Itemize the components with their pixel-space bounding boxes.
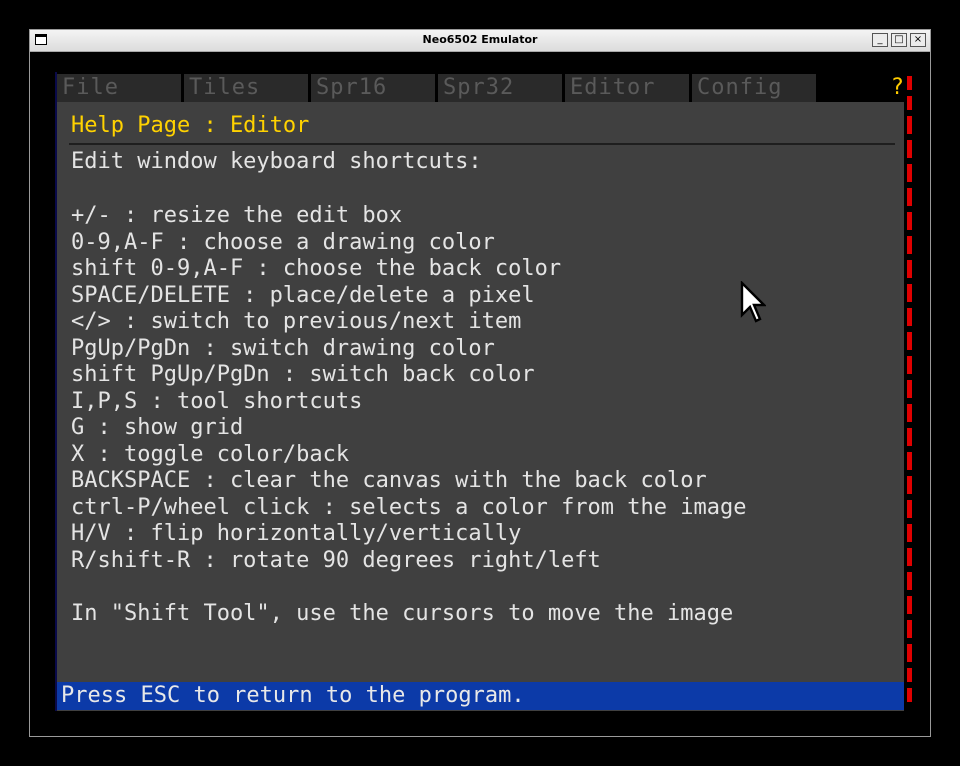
window-title: Neo6502 Emulator (422, 33, 538, 46)
menu-spr16[interactable]: Spr16 (311, 74, 435, 102)
marker-dash (907, 332, 912, 350)
marker-dash (907, 236, 912, 254)
menu-bar: File Tiles Spr16 Spr32 Editor Config ? (57, 72, 906, 102)
menu-spr32[interactable]: Spr32 (438, 74, 562, 102)
help-line: I,P,S : tool shortcuts (71, 389, 363, 414)
marker-dash (907, 260, 912, 278)
help-line: shift PgUp/PgDn : switch back color (71, 362, 535, 387)
help-line-intro: Edit window keyboard shortcuts: (71, 149, 482, 174)
page-title: Help Page : Editor (71, 113, 310, 138)
maximize-button[interactable]: □ (891, 33, 907, 47)
marker-dash (907, 620, 912, 638)
menu-file[interactable]: File (57, 74, 181, 102)
help-line: +/- : resize the edit box (71, 203, 403, 228)
emulator-screen: File Tiles Spr16 Spr32 Editor Config ? H… (55, 72, 906, 711)
help-line: </> : switch to previous/next item (71, 309, 522, 334)
marker-dash (907, 96, 912, 110)
menu-editor[interactable]: Editor (565, 74, 689, 102)
menu-help[interactable]: ? (891, 74, 904, 102)
marker-dash (907, 524, 912, 542)
marker-dash (907, 572, 912, 590)
close-button[interactable]: × (910, 33, 926, 47)
marker-dash (907, 140, 912, 158)
marker-dash (907, 596, 912, 614)
mouse-pointer-icon (740, 281, 766, 323)
help-line: H/V : flip horizontally/vertically (71, 521, 522, 546)
marker-dash (907, 380, 912, 398)
minimize-button[interactable]: _ (872, 33, 888, 47)
help-line-shift-tool: In "Shift Tool", use the cursors to move… (71, 601, 734, 626)
help-line: ctrl-P/wheel click : selects a color fro… (71, 495, 747, 520)
help-line: SPACE/DELETE : place/delete a pixel (71, 283, 535, 308)
marker-dash (907, 356, 912, 374)
marker-dash (907, 76, 912, 90)
help-line: 0-9,A-F : choose a drawing color (71, 230, 495, 255)
window-controls: _ □ × (872, 33, 926, 47)
help-line: R/shift-R : rotate 90 degrees right/left (71, 548, 601, 573)
marker-dash (907, 668, 912, 682)
marker-dash (907, 404, 912, 422)
right-marker-strip (904, 72, 914, 711)
marker-dash (907, 428, 912, 446)
title-bar[interactable]: Neo6502 Emulator _ □ × (30, 30, 930, 52)
menu-config[interactable]: Config (692, 74, 816, 102)
help-line: G : show grid (71, 415, 244, 440)
help-line: BACKSPACE : clear the canvas with the ba… (71, 468, 707, 493)
marker-dash (907, 500, 912, 518)
marker-dash (907, 548, 912, 566)
help-line: X : toggle color/back (71, 442, 350, 467)
marker-dash (907, 644, 912, 662)
menu-tiles[interactable]: Tiles (184, 74, 308, 102)
marker-dash (907, 116, 912, 134)
title-divider (69, 143, 895, 145)
marker-dash (907, 284, 912, 302)
marker-dash (907, 688, 912, 702)
marker-dash (907, 164, 912, 182)
status-bar: Press ESC to return to the program. (57, 682, 906, 710)
marker-dash (907, 188, 912, 206)
help-line: PgUp/PgDn : switch drawing color (71, 336, 495, 361)
marker-dash (907, 212, 912, 230)
marker-dash (907, 452, 912, 470)
help-line: shift 0-9,A-F : choose the back color (71, 256, 562, 281)
marker-dash (907, 476, 912, 494)
marker-dash (907, 308, 912, 326)
